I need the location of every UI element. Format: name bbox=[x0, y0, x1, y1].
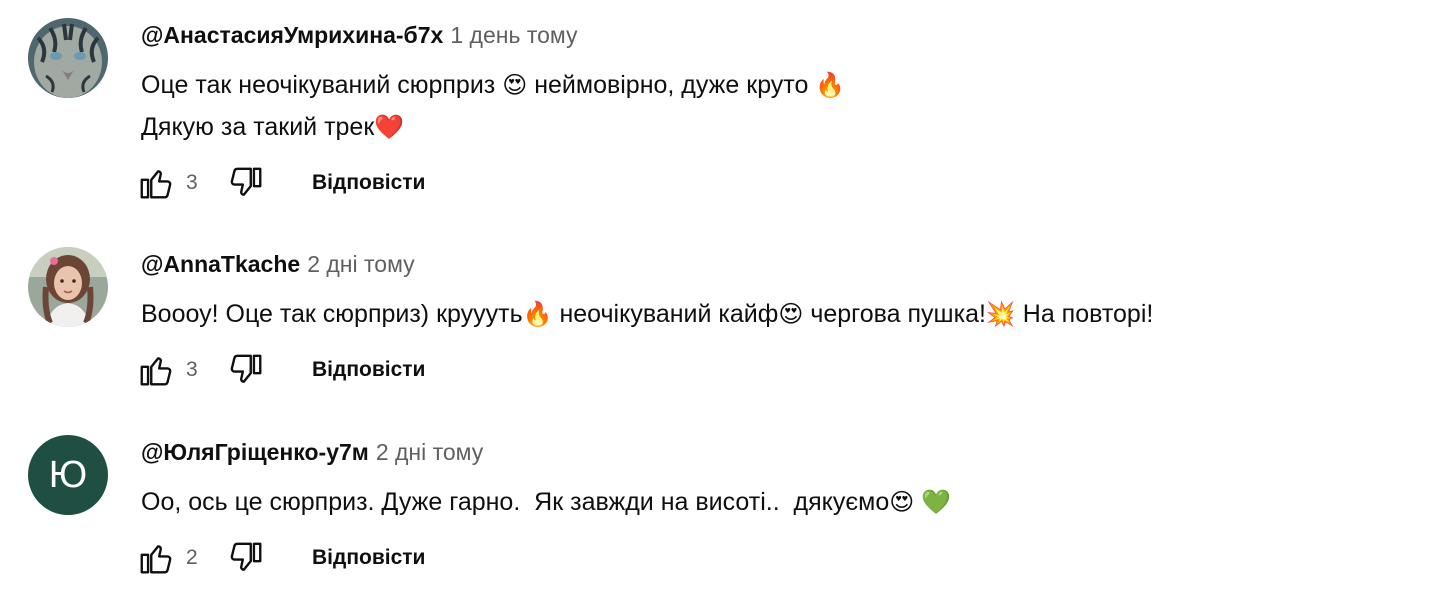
comment-text: Оо, ось це сюрприз. Дуже гарно. Як завжд… bbox=[141, 481, 951, 523]
comment-line: Дякую за такий трек❤️ bbox=[141, 113, 405, 141]
thumbs-up-icon bbox=[140, 170, 172, 199]
author-name[interactable]: @AnnaTkache bbox=[141, 251, 300, 277]
heart-eyes-emoji-icon: 😍 bbox=[778, 300, 804, 328]
author-name[interactable]: @ЮляГріщенко-у7м bbox=[141, 439, 369, 465]
dislike-button[interactable] bbox=[226, 163, 266, 203]
comment-line: Воооу! Оце так сюрприз) круууть🔥 неочіку… bbox=[141, 300, 1154, 328]
heart-eyes-emoji-icon: 😍 bbox=[502, 71, 528, 99]
thumbs-down-icon bbox=[230, 167, 262, 196]
avatar[interactable] bbox=[28, 18, 108, 98]
comment-actions: 3 Відповісти bbox=[136, 161, 425, 205]
comment-header: @АнастасияУмрихина-б7х 1 день тому bbox=[141, 18, 577, 56]
thumbs-down-icon bbox=[230, 354, 262, 383]
red-heart-emoji-icon: ❤️ bbox=[374, 113, 405, 141]
like-count: 3 bbox=[186, 358, 198, 381]
thumbs-up-icon bbox=[140, 545, 172, 574]
girl-avatar-image bbox=[28, 247, 108, 327]
timestamp[interactable]: 2 дні тому bbox=[376, 439, 483, 465]
fire-emoji-icon: 🔥 bbox=[815, 71, 846, 99]
tiger-avatar-image bbox=[28, 18, 108, 98]
comment-actions: 2 Відповісти bbox=[136, 536, 425, 580]
like-button[interactable] bbox=[136, 538, 176, 578]
collision-emoji-icon: 💥 bbox=[985, 300, 1016, 328]
green-heart-emoji-icon: 💚 bbox=[921, 488, 952, 516]
reply-button[interactable]: Відповісти bbox=[312, 171, 425, 195]
timestamp[interactable]: 1 день тому bbox=[450, 22, 577, 48]
comment-header: @ЮляГріщенко-у7м 2 дні тому bbox=[141, 435, 483, 473]
like-count: 2 bbox=[186, 546, 198, 569]
comment-text: Воооу! Оце так сюрприз) круууть🔥 неочіку… bbox=[141, 293, 1153, 335]
dislike-button[interactable] bbox=[226, 538, 266, 578]
dislike-button[interactable] bbox=[226, 350, 266, 390]
author-name[interactable]: @АнастасияУмрихина-б7х bbox=[141, 22, 443, 48]
reply-button[interactable]: Відповісти bbox=[312, 546, 425, 570]
heart-eyes-emoji-icon: 😍 bbox=[889, 488, 915, 516]
comment-text: Оце так неочікуваний сюрприз 😍 неймовірн… bbox=[141, 64, 845, 148]
like-button[interactable] bbox=[136, 163, 176, 203]
comment-line: Оо, ось це сюрприз. Дуже гарно. Як завжд… bbox=[141, 488, 952, 516]
avatar-letter: Ю bbox=[48, 453, 88, 496]
thumbs-up-icon bbox=[140, 357, 172, 386]
avatar[interactable]: Ю bbox=[28, 435, 108, 515]
like-button[interactable] bbox=[136, 350, 176, 390]
thumbs-down-icon bbox=[230, 542, 262, 571]
like-count: 3 bbox=[186, 171, 198, 194]
fire-emoji-icon: 🔥 bbox=[522, 300, 553, 328]
comment-actions: 3 Відповісти bbox=[136, 348, 425, 392]
comment-header: @AnnaTkache 2 дні тому bbox=[141, 247, 415, 285]
avatar[interactable] bbox=[28, 247, 108, 327]
comment-line: Оце так неочікуваний сюрприз 😍 неймовірн… bbox=[141, 71, 846, 99]
timestamp[interactable]: 2 дні тому bbox=[307, 251, 414, 277]
reply-button[interactable]: Відповісти bbox=[312, 358, 425, 382]
